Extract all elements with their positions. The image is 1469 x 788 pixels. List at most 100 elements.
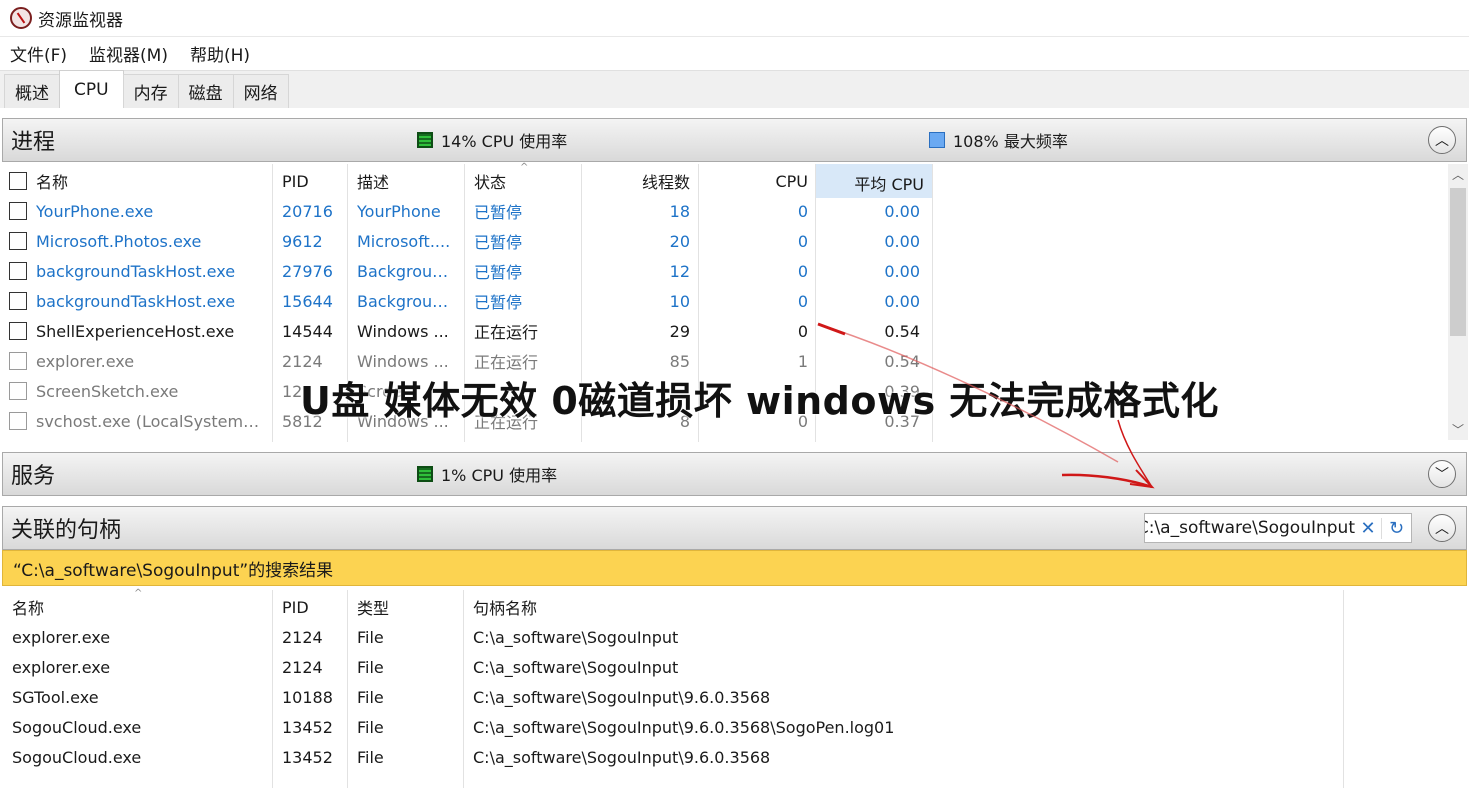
handles-panel-header[interactable]: 关联的句柄 C:\a_software\SogouInput ✕ ↻ ︿ bbox=[2, 506, 1467, 550]
process-pid: 9612 bbox=[282, 231, 323, 251]
col-description[interactable]: 描述 bbox=[357, 169, 389, 193]
handle-row[interactable]: SogouCloud.exe 13452 File C:\a_software\Sog… bbox=[4, 712, 1334, 742]
process-threads: 85 bbox=[669, 351, 690, 371]
tab-cpu[interactable]: CPU bbox=[59, 70, 124, 108]
handle-process-name: explorer.exe bbox=[12, 627, 111, 647]
handle-name: C:\a_software\SogouInput\9.6.0.3568 bbox=[473, 687, 771, 707]
handle-pid: 10188 bbox=[282, 687, 333, 707]
process-description: Windows ... bbox=[357, 321, 449, 341]
col-cpu[interactable]: CPU bbox=[744, 172, 808, 191]
process-status: 已暂停 bbox=[474, 203, 523, 222]
process-checkbox[interactable] bbox=[9, 382, 27, 400]
services-cpu-swatch bbox=[417, 466, 433, 482]
process-name: ShellExperienceHost.exe bbox=[36, 321, 235, 341]
process-description: Backgroun... bbox=[357, 291, 457, 311]
processes-scrollbar[interactable]: ︿ ﹀ bbox=[1448, 164, 1468, 440]
col-handle-process[interactable]: 名称 bbox=[12, 595, 44, 619]
col-pid[interactable]: PID bbox=[282, 172, 309, 191]
menu-help[interactable]: 帮助(H) bbox=[190, 41, 250, 66]
process-cpu: 1 bbox=[797, 351, 808, 371]
process-checkbox[interactable] bbox=[9, 292, 27, 310]
process-row[interactable]: backgroundTaskHost.exe 15644 Backgroun... 已… bbox=[4, 286, 934, 316]
collapse-handles-button[interactable]: ︿ bbox=[1428, 514, 1456, 542]
process-checkbox[interactable] bbox=[9, 322, 27, 340]
services-title: 服务 bbox=[11, 464, 56, 489]
col-name[interactable]: 名称 bbox=[36, 169, 68, 193]
process-checkbox[interactable] bbox=[9, 412, 27, 430]
max-frequency-legend: 108% 最大频率 bbox=[929, 128, 1068, 152]
tab-memory[interactable]: 内存 bbox=[122, 74, 179, 108]
process-name: backgroundTaskHost.exe bbox=[36, 261, 236, 281]
processes-panel-header[interactable]: 进程 14% CPU 使用率 108% 最大频率 ︿ bbox=[2, 118, 1467, 162]
process-name: explorer.exe bbox=[36, 351, 135, 371]
process-checkbox[interactable] bbox=[9, 232, 27, 250]
process-checkbox[interactable] bbox=[9, 262, 27, 280]
process-pid: 14544 bbox=[282, 321, 333, 341]
col-threads[interactable]: 线程数 bbox=[640, 169, 690, 193]
handle-name: C:\a_software\SogouInput\9.6.0.3568 bbox=[473, 747, 771, 767]
col-handle-name[interactable]: 句柄名称 bbox=[473, 595, 537, 619]
cpu-usage-swatch bbox=[417, 132, 433, 148]
handles-search-box[interactable]: C:\a_software\SogouInput ✕ ↻ bbox=[1144, 513, 1412, 543]
process-threads: 18 bbox=[669, 201, 690, 221]
process-row[interactable]: YourPhone.exe 20716 YourPhone 已暂停 18 0 0.00 bbox=[4, 196, 934, 226]
handle-row[interactable]: SGTool.exe 10188 File C:\a_software\SogouIn… bbox=[4, 682, 1334, 712]
handle-row[interactable]: explorer.exe 2124 File C:\a_software\SogouI… bbox=[4, 652, 1334, 682]
handle-process-name: SogouCloud.exe bbox=[12, 717, 142, 737]
scroll-down-arrow-icon[interactable]: ﹀ bbox=[1448, 421, 1468, 438]
process-cpu: 0 bbox=[797, 321, 808, 341]
scrollbar-thumb[interactable] bbox=[1450, 188, 1466, 336]
refresh-search-icon[interactable]: ↻ bbox=[1381, 517, 1411, 539]
col-avg-cpu[interactable]: 平均 CPU bbox=[816, 164, 932, 198]
process-description: Windows ... bbox=[357, 351, 449, 371]
max-frequency-swatch bbox=[929, 132, 945, 148]
process-row[interactable]: ShellExperienceHost.exe 14544 Windows ... 正… bbox=[4, 316, 934, 346]
handle-row[interactable]: explorer.exe 2124 File C:\a_software\SogouI… bbox=[4, 622, 1334, 652]
handle-type: File bbox=[357, 717, 384, 737]
process-pid: 2124 bbox=[282, 351, 323, 371]
process-cpu: 0 bbox=[797, 291, 808, 311]
handle-row[interactable]: SogouCloud.exe 13452 File C:\a_software\Sog… bbox=[4, 742, 1334, 772]
menu-file[interactable]: 文件(F) bbox=[10, 41, 67, 66]
select-all-checkbox[interactable] bbox=[9, 172, 27, 190]
collapse-processes-button[interactable]: ︿ bbox=[1428, 126, 1456, 154]
process-name: svchost.exe (LocalSystemNet... bbox=[36, 411, 268, 431]
handles-search-input[interactable]: C:\a_software\SogouInput bbox=[1145, 518, 1355, 538]
scroll-up-arrow-icon[interactable]: ︿ bbox=[1448, 166, 1468, 183]
process-row[interactable]: backgroundTaskHost.exe 27976 Backgroun... 已… bbox=[4, 256, 934, 286]
handle-pid: 13452 bbox=[282, 717, 333, 737]
process-avg-cpu: 0.00 bbox=[884, 231, 920, 251]
tab-disk[interactable]: 磁盘 bbox=[177, 74, 234, 108]
process-checkbox[interactable] bbox=[9, 202, 27, 220]
process-threads: 12 bbox=[669, 261, 690, 281]
processes-header-row: 名称 PID 描述 状态 ^ 线程数 CPU 平均 CPU bbox=[4, 162, 934, 198]
col-handle-type[interactable]: 类型 bbox=[357, 595, 389, 619]
menu-bar: 文件(F) 监视器(M) 帮助(H) bbox=[0, 36, 1469, 70]
tab-overview[interactable]: 概述 bbox=[4, 74, 60, 108]
handles-table: 名称 ^ PID 类型 句柄名称 explorer.exe 2124 File C:\… bbox=[4, 588, 1444, 788]
cpu-tab-content: 进程 14% CPU 使用率 108% 最大频率 ︿ 名称 PID 描述 状态 … bbox=[0, 108, 1469, 788]
column-divider bbox=[347, 590, 348, 788]
menu-monitor[interactable]: 监视器(M) bbox=[89, 41, 168, 66]
services-panel-header[interactable]: 服务 1% CPU 使用率 ﹀ bbox=[2, 452, 1467, 496]
title-bar: 资源监视器 bbox=[0, 0, 1469, 36]
col-handle-pid[interactable]: PID bbox=[282, 598, 309, 617]
col-status[interactable]: 状态 bbox=[474, 169, 506, 193]
process-pid: 15644 bbox=[282, 291, 333, 311]
handles-header-row: 名称 ^ PID 类型 句柄名称 bbox=[4, 588, 934, 622]
process-status: 正在运行 bbox=[474, 323, 539, 342]
max-frequency-text: 108% 最大频率 bbox=[953, 132, 1068, 151]
overlay-caption: U盘 媒体无效 0磁道损坏 windows 无法完成格式化 bbox=[300, 379, 1219, 423]
expand-services-button[interactable]: ﹀ bbox=[1428, 460, 1456, 488]
sort-caret-icon: ^ bbox=[134, 588, 143, 599]
process-row[interactable]: Microsoft.Photos.exe 9612 Microsoft.... 已暂停… bbox=[4, 226, 934, 256]
process-status: 已暂停 bbox=[474, 293, 523, 312]
clear-search-icon[interactable]: ✕ bbox=[1355, 518, 1381, 539]
process-description: Microsoft.... bbox=[357, 231, 451, 251]
handle-pid: 2124 bbox=[282, 627, 323, 647]
chevron-up-icon: ︿ bbox=[1435, 521, 1449, 537]
process-name: backgroundTaskHost.exe bbox=[36, 291, 236, 311]
process-avg-cpu: 0.00 bbox=[884, 201, 920, 221]
tab-network[interactable]: 网络 bbox=[232, 74, 289, 108]
process-checkbox[interactable] bbox=[9, 352, 27, 370]
